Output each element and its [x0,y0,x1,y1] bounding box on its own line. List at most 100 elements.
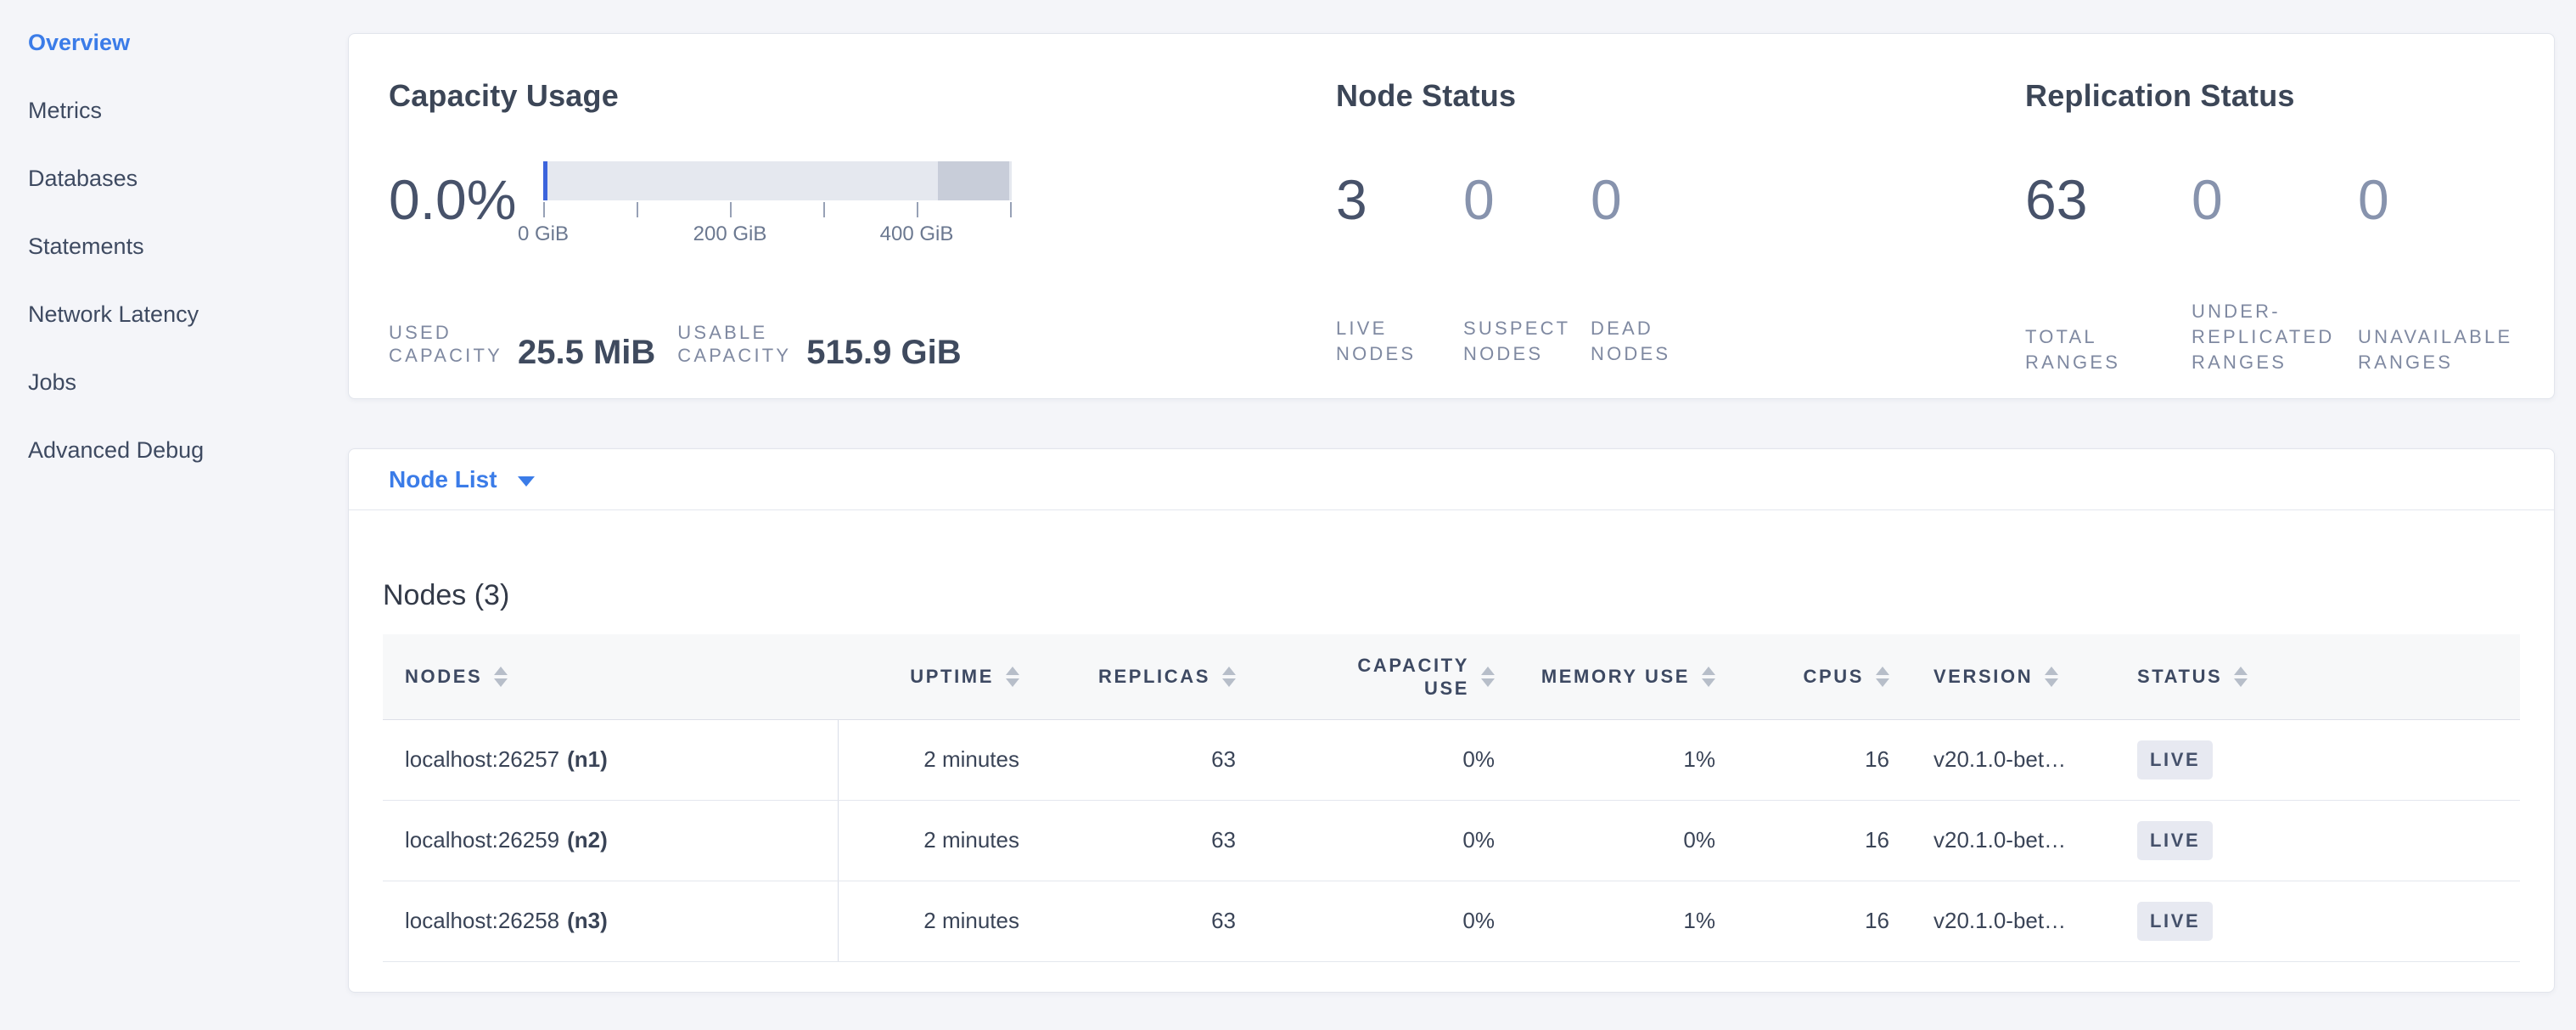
node-id: (n1) [567,746,608,772]
version-cell: v20.1.0-bet… [1911,719,2115,800]
column-header-uptime[interactable]: UPTIME [838,634,1041,719]
dead-nodes-label: DEAD NODES [1591,316,1670,367]
node-status-labels: LIVE NODES SUSPECT NODES DEAD NODES [1336,299,1670,367]
sort-icon [2234,667,2248,687]
usable-capacity-value: 515.9 GiB [806,335,961,369]
node-address-cell[interactable]: localhost:26258(n3) [383,881,838,961]
status-badge: LIVE [2137,821,2213,860]
capacity-bar-used-segment [543,161,547,200]
cluster-summary-card: Capacity Usage 0.0% 0 GiB 200 GiB 400 Gi… [348,33,2555,399]
sort-icon [1481,667,1495,687]
column-header-cpus[interactable]: CPUS [1737,634,1911,719]
node-address: localhost:26257 [405,746,559,772]
node-list-dropdown-label: Node List [389,466,497,493]
sort-icon [1222,667,1236,687]
suspect-nodes-count: 0 [1463,172,1591,228]
sidebar-item-overview[interactable]: Overview [28,8,340,76]
replicas-cell: 63 [1041,719,1258,800]
total-ranges-count: 63 [2025,172,2192,228]
cpus-cell: 16 [1737,800,1911,881]
table-row-node-2[interactable]: localhost:26259(n2) 2 minutes 63 0% 0% 1… [383,800,2520,881]
node-id: (n3) [567,908,608,933]
capacity-usage-section: Capacity Usage 0.0% 0 GiB 200 GiB 400 Gi… [389,34,1322,398]
column-header-memory-use[interactable]: MEMORY USE [1517,634,1737,719]
replication-status-title: Replication Status [2025,78,2295,114]
capacity-bar-other-segment [938,161,1009,200]
uptime-cell: 2 minutes [838,719,1041,800]
node-list-dropdown-bar: Node List [349,449,2554,510]
nodes-table: NODES UPTIME REPLICAS CAPACITY USE [383,634,2520,962]
capacity-used-percent: 0.0% [389,172,543,228]
sidebar-item-jobs[interactable]: Jobs [28,348,340,416]
under-replicated-ranges-count: 0 [2192,172,2358,228]
status-cell: LIVE [2115,881,2520,961]
sidebar-item-metrics[interactable]: Metrics [28,76,340,144]
node-status-section: Node Status 3 0 0 LIVE NODES SUSPECT NOD… [1336,34,1998,398]
unavailable-ranges-label: UNAVAILABLE RANGES [2358,324,2512,375]
total-ranges-label: TOTAL RANGES [2025,324,2192,375]
table-header-row: NODES UPTIME REPLICAS CAPACITY USE [383,634,2520,719]
uptime-cell: 2 minutes [838,881,1041,961]
node-list-dropdown[interactable]: Node List [389,466,535,493]
under-replicated-ranges-label: UNDER- REPLICATED RANGES [2192,299,2358,375]
table-row-node-3[interactable]: localhost:26258(n3) 2 minutes 63 0% 1% 1… [383,881,2520,961]
sidebar-item-statements[interactable]: Statements [28,212,340,280]
axis-label-400gib: 400 GiB [880,222,954,246]
sidebar-item-databases[interactable]: Databases [28,144,340,212]
replication-numbers: 63 0 0 [2025,161,2389,238]
used-capacity-label: USED CAPACITY [389,321,502,367]
cpus-cell: 16 [1737,881,1911,961]
usable-capacity-label: USABLE CAPACITY [677,321,791,367]
column-header-status[interactable]: STATUS [2115,634,2520,719]
unavailable-ranges-count: 0 [2358,172,2389,228]
replicas-cell: 63 [1041,800,1258,881]
sidebar-item-network-latency[interactable]: Network Latency [28,280,340,348]
status-badge: LIVE [2137,740,2213,780]
uptime-cell: 2 minutes [838,800,1041,881]
version-cell: v20.1.0-bet… [1911,881,2115,961]
cpus-cell: 16 [1737,719,1911,800]
status-cell: LIVE [2115,719,2520,800]
table-row-node-1[interactable]: localhost:26257 (n1) 2 minutes 63 0% 1% 1… [383,719,2520,800]
capacity-usage-title: Capacity Usage [389,78,619,114]
capacity-use-cell: 0% [1258,719,1517,800]
replicas-cell: 63 [1041,881,1258,961]
capacity-usage-chart: 0.0% 0 GiB 200 GiB 400 GiB [389,161,1012,238]
node-status-numbers: 3 0 0 [1336,161,1622,238]
live-nodes-label: LIVE NODES [1336,316,1463,367]
sort-icon [1702,667,1715,687]
node-address-cell[interactable]: localhost:26259 (n2) [383,800,838,881]
memory-use-cell: 0% [1517,800,1737,881]
memory-use-cell: 1% [1517,719,1737,800]
sidebar: Overview Metrics Databases Statements Ne… [0,0,340,484]
sidebar-item-advanced-debug[interactable]: Advanced Debug [28,416,340,484]
replication-status-section: Replication Status 63 0 0 TOTAL RANGES U… [2025,34,2551,398]
nodes-table-body: Nodes (3) NODES UPTIME REPLIC [349,579,2554,962]
sort-icon [1876,667,1889,687]
capacity-stats: USED CAPACITY 25.5 MiB USABLE CAPACITY 5… [389,299,962,367]
column-header-replicas[interactable]: REPLICAS [1041,634,1258,719]
axis-label-0gib: 0 GiB [518,222,569,246]
node-address: localhost:26259 [405,827,559,853]
column-header-capacity-use[interactable]: CAPACITY USE [1258,634,1517,719]
node-list-card: Node List Nodes (3) NODES UPTIME [348,448,2555,993]
status-badge: LIVE [2137,902,2213,941]
node-address-cell[interactable]: localhost:26257 (n1) [383,719,838,800]
column-header-version[interactable]: VERSION [1911,634,2115,719]
node-status-title: Node Status [1336,78,1516,114]
axis-label-200gib: 200 GiB [693,222,767,246]
capacity-bar-chart: 0 GiB 200 GiB 400 GiB [543,161,1012,238]
chevron-down-icon [518,476,535,487]
memory-use-cell: 1% [1517,881,1737,961]
status-cell: LIVE [2115,800,2520,881]
used-capacity-stat: USED CAPACITY 25.5 MiB [389,321,655,367]
capacity-use-cell: 0% [1258,881,1517,961]
sort-icon [494,667,508,687]
dead-nodes-count: 0 [1591,172,1622,228]
version-cell: v20.1.0-bet… [1911,800,2115,881]
capacity-axis-ticks [543,202,1012,217]
suspect-nodes-label: SUSPECT NODES [1463,316,1591,367]
node-id: (n2) [567,827,608,853]
column-header-nodes[interactable]: NODES [383,634,838,719]
replication-labels: TOTAL RANGES UNDER- REPLICATED RANGES UN… [2025,299,2512,367]
